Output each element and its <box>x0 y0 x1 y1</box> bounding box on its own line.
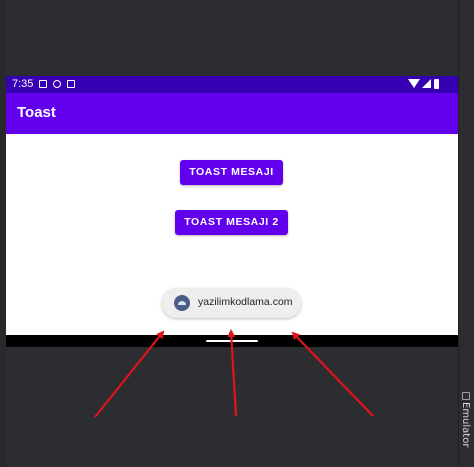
navigation-bar <box>6 335 458 347</box>
toast-message-2-button[interactable]: TOAST MESAJI 2 <box>175 210 288 235</box>
notification-icon <box>39 80 47 88</box>
app-title: Toast <box>17 104 56 121</box>
status-time: 7:35 <box>12 78 34 90</box>
gesture-handle[interactable] <box>206 340 258 342</box>
toast-message-button[interactable]: TOAST MESAJI <box>180 160 283 185</box>
sim-icon <box>53 80 61 88</box>
sd-card-icon <box>67 80 75 88</box>
emulator-screen[interactable]: 7:35 Toast TOAST MESAJI TOAST MESAJI 2 y… <box>6 76 458 347</box>
emulator-icon <box>462 392 470 400</box>
battery-icon <box>434 79 439 89</box>
wifi-icon <box>408 79 420 88</box>
toast-text: yazilimkodlama.com <box>198 296 293 308</box>
toast-popup: yazilimkodlama.com <box>162 288 301 318</box>
status-bar: 7:35 <box>6 76 458 93</box>
emulator-tool-tab[interactable]: Emulator <box>459 392 474 452</box>
emulator-tab-label: Emulator <box>460 402 471 448</box>
android-icon <box>174 295 190 311</box>
signal-icon <box>422 79 431 88</box>
app-bar: Toast <box>6 93 458 134</box>
